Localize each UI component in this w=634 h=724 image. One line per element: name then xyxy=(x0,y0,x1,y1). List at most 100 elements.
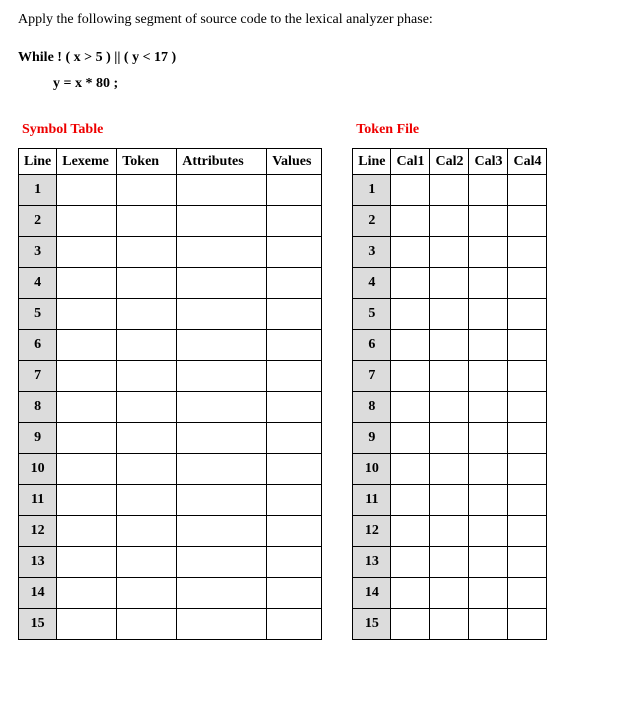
empty-cell xyxy=(117,392,177,423)
table-row: 2 xyxy=(19,206,322,237)
line-number-cell: 12 xyxy=(353,516,391,547)
empty-cell xyxy=(508,299,547,330)
empty-cell xyxy=(117,299,177,330)
empty-cell xyxy=(430,516,469,547)
empty-cell xyxy=(117,454,177,485)
symbol-header-line: Line xyxy=(19,149,57,175)
empty-cell xyxy=(117,330,177,361)
line-number-cell: 2 xyxy=(19,206,57,237)
empty-cell xyxy=(430,361,469,392)
empty-cell xyxy=(508,485,547,516)
line-number-cell: 3 xyxy=(19,237,57,268)
empty-cell xyxy=(391,547,430,578)
empty-cell xyxy=(177,609,267,640)
empty-cell xyxy=(177,516,267,547)
empty-cell xyxy=(508,454,547,485)
symbol-table-title: Symbol Table xyxy=(22,122,322,138)
empty-cell xyxy=(57,609,117,640)
empty-cell xyxy=(177,175,267,206)
table-row: 13 xyxy=(19,547,322,578)
empty-cell xyxy=(267,578,322,609)
empty-cell xyxy=(391,485,430,516)
empty-cell xyxy=(469,516,508,547)
line-number-cell: 10 xyxy=(353,454,391,485)
empty-cell xyxy=(508,547,547,578)
empty-cell xyxy=(391,609,430,640)
empty-cell xyxy=(267,547,322,578)
empty-cell xyxy=(469,609,508,640)
empty-cell xyxy=(117,609,177,640)
line-number-cell: 14 xyxy=(19,578,57,609)
line-number-cell: 7 xyxy=(353,361,391,392)
empty-cell xyxy=(469,206,508,237)
empty-cell xyxy=(117,423,177,454)
line-number-cell: 15 xyxy=(353,609,391,640)
table-row: 1 xyxy=(353,175,547,206)
empty-cell xyxy=(57,423,117,454)
table-row: 5 xyxy=(19,299,322,330)
table-row: 9 xyxy=(353,423,547,454)
empty-cell xyxy=(267,206,322,237)
line-number-cell: 6 xyxy=(353,330,391,361)
line-number-cell: 2 xyxy=(353,206,391,237)
empty-cell xyxy=(267,299,322,330)
empty-cell xyxy=(430,423,469,454)
empty-cell xyxy=(430,175,469,206)
table-row: 10 xyxy=(19,454,322,485)
empty-cell xyxy=(177,423,267,454)
table-row: 6 xyxy=(353,330,547,361)
empty-cell xyxy=(57,299,117,330)
empty-cell xyxy=(391,237,430,268)
empty-cell xyxy=(430,609,469,640)
line-number-cell: 11 xyxy=(19,485,57,516)
empty-cell xyxy=(469,330,508,361)
line-number-cell: 10 xyxy=(19,454,57,485)
token-header-cal4: Cal4 xyxy=(508,149,547,175)
empty-cell xyxy=(508,268,547,299)
line-number-cell: 1 xyxy=(19,175,57,206)
symbol-header-lexeme: Lexeme xyxy=(57,149,117,175)
empty-cell xyxy=(117,516,177,547)
empty-cell xyxy=(57,516,117,547)
table-row: 8 xyxy=(19,392,322,423)
symbol-table-section: Symbol Table Line Lexeme Token Attribute… xyxy=(18,122,322,640)
table-row: 14 xyxy=(353,578,547,609)
empty-cell xyxy=(391,423,430,454)
line-number-cell: 7 xyxy=(19,361,57,392)
symbol-header-token: Token xyxy=(117,149,177,175)
empty-cell xyxy=(177,392,267,423)
line-number-cell: 5 xyxy=(19,299,57,330)
empty-cell xyxy=(57,578,117,609)
token-header-line: Line xyxy=(353,149,391,175)
table-row: 13 xyxy=(353,547,547,578)
empty-cell xyxy=(177,268,267,299)
empty-cell xyxy=(391,578,430,609)
token-file-table: Line Cal1 Cal2 Cal3 Cal4 123456789101112… xyxy=(352,148,547,640)
empty-cell xyxy=(391,175,430,206)
table-row: 15 xyxy=(19,609,322,640)
empty-cell xyxy=(469,361,508,392)
empty-cell xyxy=(508,175,547,206)
table-row: 4 xyxy=(19,268,322,299)
empty-cell xyxy=(469,454,508,485)
tables-container: Symbol Table Line Lexeme Token Attribute… xyxy=(18,122,618,640)
empty-cell xyxy=(469,268,508,299)
symbol-table-header-row: Line Lexeme Token Attributes Values xyxy=(19,149,322,175)
line-number-cell: 13 xyxy=(19,547,57,578)
empty-cell xyxy=(508,361,547,392)
line-number-cell: 8 xyxy=(353,392,391,423)
table-row: 3 xyxy=(353,237,547,268)
empty-cell xyxy=(391,330,430,361)
table-row: 6 xyxy=(19,330,322,361)
empty-cell xyxy=(508,237,547,268)
empty-cell xyxy=(267,330,322,361)
empty-cell xyxy=(177,330,267,361)
empty-cell xyxy=(508,423,547,454)
table-row: 11 xyxy=(19,485,322,516)
empty-cell xyxy=(117,578,177,609)
line-number-cell: 9 xyxy=(19,423,57,454)
empty-cell xyxy=(267,516,322,547)
empty-cell xyxy=(57,392,117,423)
empty-cell xyxy=(391,516,430,547)
table-row: 11 xyxy=(353,485,547,516)
